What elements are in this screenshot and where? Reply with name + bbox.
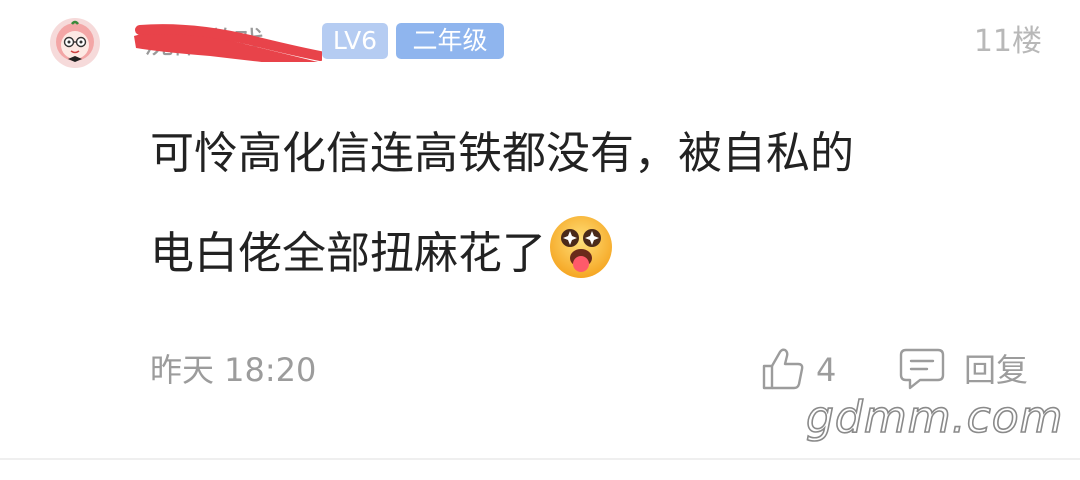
username[interactable]: 沈阳游戏 [130,22,322,62]
content-line-2: 电白佬全部扭麻花了 [150,204,1010,304]
user-avatar[interactable] [50,18,100,68]
bottom-divider [0,458,1080,460]
redaction-scribble [134,24,322,62]
content-line-1: 可怜高化信连高铁都没有，被自私的 [150,128,854,179]
comment-content: 可怜高化信连高铁都没有，被自私的 电白佬全部扭麻花了 [150,104,1010,304]
lychee-avatar-icon [50,18,100,68]
comment-timestamp: 昨天 18:20 [150,351,317,389]
grade-badge: 二年级 [396,23,504,59]
thumbs-up-icon[interactable] [760,346,806,392]
content-line-2-text: 电白佬全部扭麻花了 [150,228,546,279]
level-badge: LV6 [322,23,388,59]
reply-bubble-icon[interactable] [898,346,946,392]
comment-card: 沈阳游戏 LV6 二年级 11楼 可怜高化信连高铁都没有，被自私的 电白佬全部扭… [0,0,1080,480]
site-watermark: gdmm.com [805,391,1064,444]
like-count[interactable]: 4 [816,350,836,390]
floor-number: 11楼 [973,24,1042,59]
reply-button[interactable]: 回复 [964,350,1028,390]
star-eyes-tongue-emoji-icon [550,216,612,278]
